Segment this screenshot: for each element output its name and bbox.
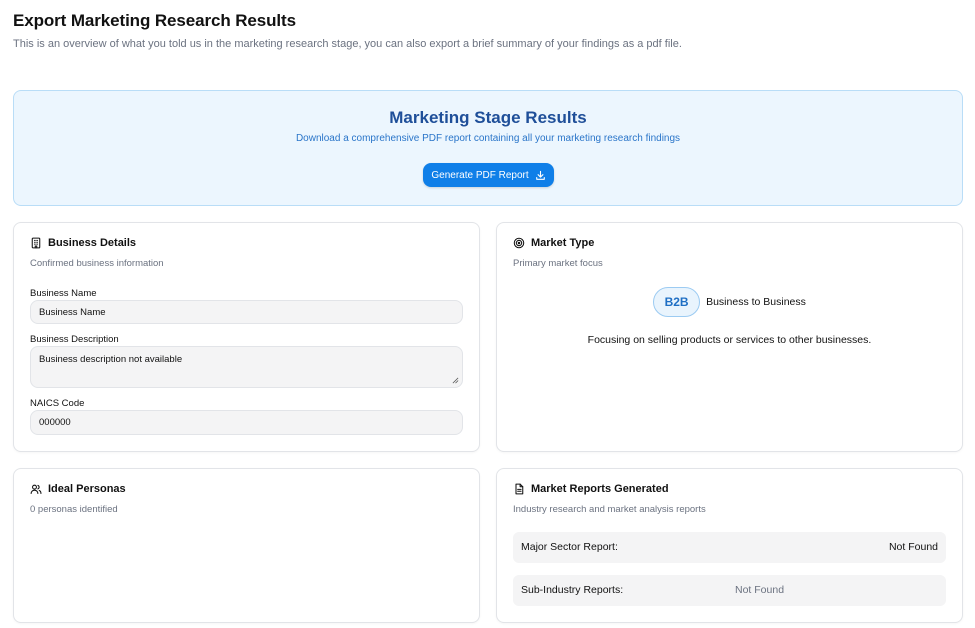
business-description-label: Business Description	[30, 334, 119, 345]
business-details-header: Business Details	[30, 237, 136, 249]
business-name-value: Business Name	[39, 306, 106, 318]
market-reports-subtitle: Industry research and market analysis re…	[513, 504, 706, 515]
business-details-subtitle: Confirmed business information	[30, 258, 164, 269]
document-icon	[515, 483, 524, 495]
sub-industry-reports-row: Sub-Industry Reports: Not Found	[513, 575, 946, 606]
target-icon	[513, 237, 525, 249]
ideal-personas-count: 0 personas identified	[30, 504, 118, 515]
market-type-title: Market Type	[531, 237, 595, 249]
generate-pdf-button[interactable]: Generate PDF Report	[423, 163, 554, 187]
business-description-field[interactable]: Business description not available	[30, 346, 463, 388]
business-name-field[interactable]: Business Name	[30, 300, 463, 324]
business-details-title: Business Details	[48, 237, 137, 249]
market-type-selection: B2B Business to Business	[497, 287, 962, 317]
market-reports-card: Market Reports Generated Industry resear…	[496, 468, 963, 623]
business-name-label: Business Name	[30, 288, 97, 299]
sub-industry-reports-status: Not Found	[735, 584, 785, 596]
ideal-personas-card: Ideal Personas 0 personas identified	[13, 468, 480, 623]
banner-title: Marketing Stage Results	[389, 108, 587, 127]
business-description-value: Business description not available	[39, 354, 183, 365]
b2b-badge: B2B	[653, 287, 701, 317]
b2b-label: Business to Business	[706, 296, 806, 308]
generate-pdf-label: Generate PDF Report	[431, 169, 529, 181]
building-icon	[31, 237, 41, 249]
market-type-subtitle: Primary market focus	[513, 258, 603, 269]
ideal-personas-header: Ideal Personas	[30, 483, 126, 495]
sub-industry-reports-label: Sub-Industry Reports:	[521, 584, 624, 596]
naics-code-label: NAICS Code	[30, 398, 85, 409]
market-type-header: Market Type	[513, 237, 594, 249]
page-subtitle: This is an overview of what you told us …	[13, 38, 682, 50]
banner-subtitle: Download a comprehensive PDF report cont…	[295, 133, 681, 144]
market-type-card: Market Type Primary market focus B2B Bus…	[496, 222, 963, 452]
marketing-results-banner: Marketing Stage Results Download a compr…	[13, 90, 963, 206]
major-sector-report-label: Major Sector Report:	[521, 541, 618, 553]
market-reports-title: Market Reports Generated	[531, 483, 669, 495]
naics-code-field[interactable]: 000000	[30, 410, 463, 435]
naics-code-value: 000000	[39, 417, 71, 428]
page-title: Export Marketing Research Results	[13, 11, 296, 30]
ideal-personas-title: Ideal Personas	[48, 483, 126, 495]
resize-handle-icon[interactable]	[452, 377, 459, 384]
download-icon	[535, 170, 545, 180]
major-sector-report-status: Not Found	[888, 541, 938, 553]
users-icon	[30, 484, 42, 495]
major-sector-report-row: Major Sector Report: Not Found	[513, 532, 946, 563]
business-details-card: Business Details Confirmed business info…	[13, 222, 480, 452]
market-reports-header: Market Reports Generated	[513, 483, 669, 495]
market-type-description: Focusing on selling products or services…	[587, 334, 872, 346]
